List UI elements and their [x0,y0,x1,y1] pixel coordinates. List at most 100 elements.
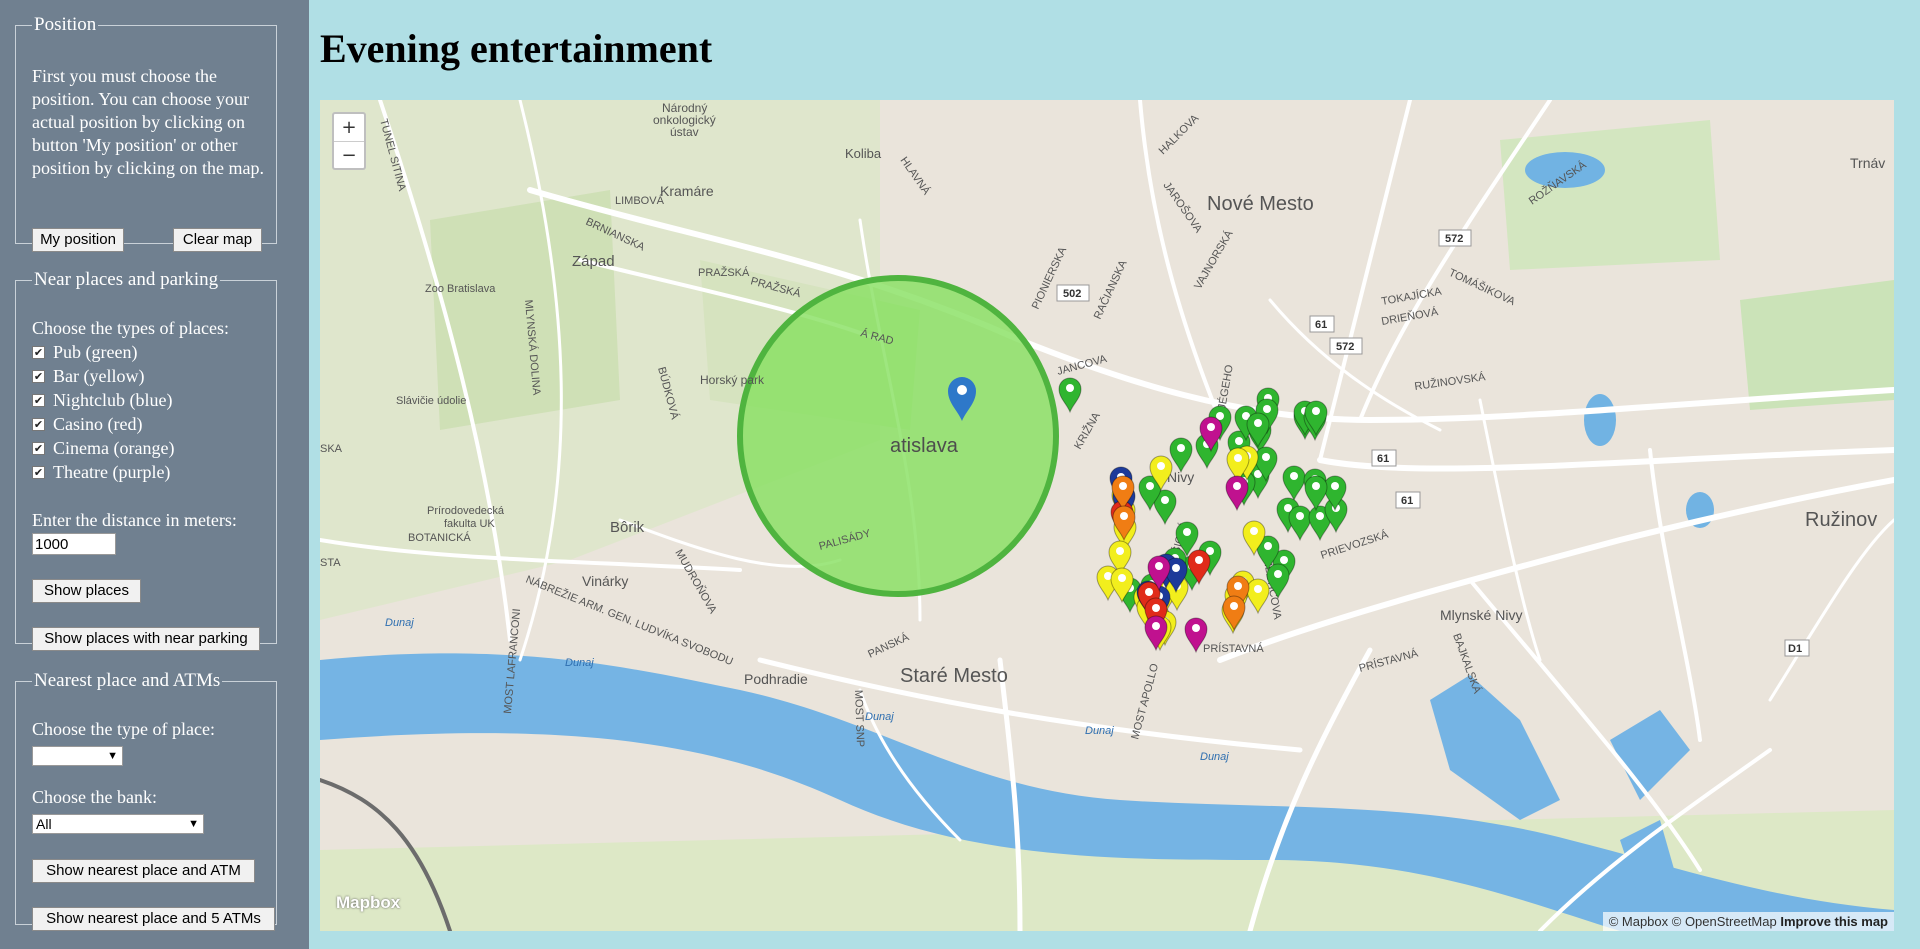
pin-dot-icon [1177,444,1185,452]
show-places-parking-button[interactable]: Show places with near parking [32,627,260,651]
type-theatre[interactable]: ✔ Theatre (purple) [32,461,170,483]
bar-label: Bar (yellow) [53,366,145,386]
pin-dot-icon [1116,547,1124,555]
pin-dot-icon [1233,482,1241,490]
pin-dot-icon [1230,602,1238,610]
pub-checkbox[interactable]: ✔ [32,346,45,359]
place-type-select[interactable]: ▼ [32,746,123,766]
pin-dot-icon [1331,482,1339,490]
theatre-label: Theatre (purple) [53,462,171,482]
pin-dot-icon [1254,419,1262,427]
pin-dot-icon [1235,437,1243,445]
map-label-ruzinov: Ružinov [1805,509,1877,531]
map[interactable]: Národný onkologický ústav Koliba Kramáre… [320,100,1894,931]
map-canvas[interactable]: Národný onkologický ústav Koliba Kramáre… [320,100,1894,931]
pub-pin [1169,437,1193,474]
pub-marker[interactable] [1304,475,1328,512]
bar-marker[interactable] [1246,578,1270,615]
show-nearest-5-atms-button[interactable]: Show nearest place and 5 ATMs [32,907,275,931]
map-label-mudronova: MUDROŇOVA [672,547,720,616]
map-label-tokajicka: TOKAJÍCKA [1380,284,1443,307]
distance-input[interactable] [32,533,116,555]
road-61-2: 61 [1377,453,1389,465]
my-position-button[interactable]: My position [32,228,124,252]
nightclub-checkbox[interactable]: ✔ [32,394,45,407]
type-casino[interactable]: ✔ Casino (red) [32,413,142,435]
cinema-label: Cinema (orange) [53,438,175,458]
map-label-vinarky: Vinárky [582,573,628,589]
pin-dot-icon [1296,512,1304,520]
pin-dot-icon [1195,556,1203,564]
pub-marker[interactable] [1169,437,1193,474]
map-label-zoo: Zoo Bratislava [425,283,496,295]
casino-checkbox[interactable]: ✔ [32,418,45,431]
show-places-button[interactable]: Show places [32,579,141,603]
nearest-place-panel: Nearest place and ATMs Choose the type o… [15,670,277,931]
pub-pin [1282,465,1306,502]
theatre-pin [1225,475,1249,512]
pub-marker[interactable] [1282,465,1306,502]
map-label-prazska: PRAŽSKÁ [698,266,750,279]
map-label-kriz: KRIŽNA [1071,409,1103,451]
pin-dot-icon [1066,384,1074,392]
map-label-limbova: LIMBOVÁ [615,194,665,207]
type-bar[interactable]: ✔ Bar (yellow) [32,365,144,387]
pin-dot-icon [1250,527,1258,535]
near-places-panel: Near places and parking Choose the types… [15,269,277,651]
theatre-marker[interactable] [1144,615,1168,652]
attribution-text[interactable]: © Mapbox © OpenStreetMap [1609,914,1777,929]
map-label-mlynske: Mlynské Nivy [1440,607,1522,623]
chevron-down-icon: ▼ [188,818,199,830]
position-legend: Position [34,14,97,35]
road-572-2: 572 [1336,341,1354,353]
map-label-bratislava: atislava [890,435,959,457]
map-label-prievozska: PRIEVOZSKÁ [1319,528,1391,562]
map-label-racianska: RAČIANSKA [1091,258,1130,322]
pub-pin [1058,377,1082,414]
pub-marker[interactable] [1058,377,1082,414]
map-label-drienova: DRIEŇOVÁ [1380,305,1439,328]
type-nightclub[interactable]: ✔ Nightclub (blue) [32,389,172,411]
theatre-checkbox[interactable]: ✔ [32,466,45,479]
zoom-out-button[interactable]: − [334,142,364,169]
pub-pin [1304,475,1328,512]
theatre-marker[interactable] [1225,475,1249,512]
zoom-in-button[interactable]: + [334,114,364,142]
map-label-tomasikova: TOMÁŠIKOVA [1447,266,1518,308]
type-pub[interactable]: ✔ Pub (green) [32,341,137,363]
map-label-trnav: Trnáv [1850,155,1885,171]
pin-dot-icon [1254,585,1262,593]
bank-select[interactable]: All ▼ [32,814,204,834]
map-label-halkova: HALKOVA [1157,112,1202,157]
map-label-ska: SKA [320,443,343,455]
map-label-pristavna: PRÍSTAVNÁ [1203,642,1264,655]
pin-dot-icon [1312,482,1320,490]
mapbox-logo[interactable]: Mapbox [336,893,400,913]
casino-label: Casino (red) [53,414,143,434]
clear-map-button[interactable]: Clear map [173,228,262,252]
page-title: Evening entertainment [320,26,713,71]
map-label-podhradie: Podhradie [744,671,808,687]
cinema-checkbox[interactable]: ✔ [32,442,45,455]
pin-dot-icon [1152,604,1160,612]
map-label-nove-mesto: Nové Mesto [1207,193,1314,215]
road-d1: D1 [1788,643,1802,655]
distance-label: Enter the distance in meters: [32,510,237,530]
pub-label: Pub (green) [53,342,138,362]
map-label-prirodo1: Prírodovedecká [427,505,505,517]
near-places-legend: Near places and parking [34,269,219,290]
pin-dot-icon [1172,564,1180,572]
pin-dot-icon [1280,556,1288,564]
improve-map-link[interactable]: Improve this map [1780,914,1888,929]
show-nearest-atm-button[interactable]: Show nearest place and ATM [32,859,255,883]
pub-marker[interactable] [1288,505,1312,542]
bar-checkbox[interactable]: ✔ [32,370,45,383]
map-label-slavicie: Slávičie údolie [396,395,466,407]
pub-pin [1288,505,1312,542]
map-label-hlavna: HLAVNÁ [898,154,934,197]
cinema-marker[interactable] [1222,595,1246,632]
type-cinema[interactable]: ✔ Cinema (orange) [32,437,174,459]
map-label-dunaj-2: Dunaj [565,657,594,669]
pin-dot-icon [1157,462,1165,470]
pin-dot-icon [1183,528,1191,536]
